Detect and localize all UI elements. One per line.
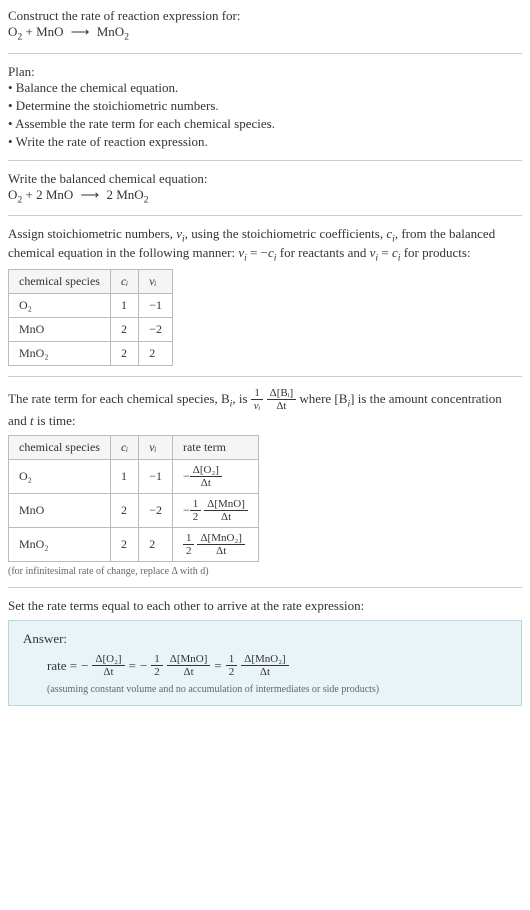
balanced-section: Write the balanced chemical equation: O2…: [8, 171, 522, 206]
assign-section: Assign stoichiometric numbers, νi, using…: [8, 226, 522, 366]
cell-species: MnO₂: [9, 342, 111, 366]
input-equation: O2 + MnO ⟶ MnO2: [8, 24, 522, 43]
cell-nu: −2: [139, 493, 173, 527]
table-header-row: chemical species cᵢ νᵢ: [9, 270, 173, 294]
table-row: MnO₂ 2 2 12 Δ[MnO₂]Δt: [9, 527, 259, 561]
col-nui: νᵢ: [139, 435, 173, 459]
table-row: MnO₂ 2 2: [9, 342, 173, 366]
cell-c: 1: [110, 459, 138, 493]
arrow-icon: ⟶: [71, 24, 90, 40]
cell-species: MnO: [9, 318, 111, 342]
plan-list: • Balance the chemical equation. • Deter…: [8, 80, 522, 150]
answer-box: Answer: rate = − Δ[O₂]Δt = − 12 Δ[MnO]Δt…: [8, 620, 522, 706]
col-species: chemical species: [9, 270, 111, 294]
header-section: Construct the rate of reaction expressio…: [8, 8, 522, 43]
equals-sign: =: [214, 658, 221, 674]
cell-species: O₂: [9, 459, 111, 493]
equals-sign: =: [129, 658, 136, 674]
cell-nu: −1: [139, 294, 173, 318]
plan-title: Plan:: [8, 64, 522, 80]
assign-text: Assign stoichiometric numbers, νi, using…: [8, 226, 495, 260]
divider: [8, 53, 522, 54]
bal-plus: + 2 MnO: [22, 187, 76, 202]
col-nui: νᵢ: [139, 270, 173, 294]
frac-half: 12: [226, 653, 238, 678]
answer-note: (assuming constant volume and no accumul…: [47, 684, 507, 695]
answer-expression: rate = − Δ[O₂]Δt = − 12 Δ[MnO]Δt = 12 Δ[…: [47, 653, 507, 678]
table-row: MnO 2 −2 −12 Δ[MnO]Δt: [9, 493, 259, 527]
frac-do2-dt: Δ[O₂]Δt: [92, 653, 124, 678]
col-ci: cᵢ: [110, 270, 138, 294]
cell-rate: 12 Δ[MnO₂]Δt: [172, 527, 258, 561]
plan-item: • Assemble the rate term for each chemic…: [8, 116, 522, 132]
cell-nu: 2: [139, 527, 173, 561]
answer-label: Answer:: [23, 631, 507, 647]
col-ci: cᵢ: [110, 435, 138, 459]
cell-c: 1: [110, 294, 138, 318]
divider: [8, 215, 522, 216]
cell-rate: −Δ[O₂]Δt: [172, 459, 258, 493]
frac-1-over-nu: 1νᵢ: [251, 387, 264, 412]
divider: [8, 376, 522, 377]
prompt-text: Construct the rate of reaction expressio…: [8, 8, 522, 24]
plan-item: • Write the rate of reaction expression.: [8, 134, 522, 150]
rhs-mno2: MnO2: [93, 24, 129, 39]
rateterm-text: The rate term for each chemical species,…: [8, 391, 502, 428]
rate-equals: rate =: [47, 658, 77, 674]
table-row: MnO 2 −2: [9, 318, 173, 342]
cell-species: MnO: [9, 493, 111, 527]
col-rate: rate term: [172, 435, 258, 459]
bal-o2: O2: [8, 187, 22, 202]
plan-item: • Determine the stoichiometric numbers.: [8, 98, 522, 114]
balanced-title: Write the balanced chemical equation:: [8, 171, 522, 187]
cell-nu: −1: [139, 459, 173, 493]
arrow-icon: ⟶: [81, 187, 100, 203]
bal-rhs: 2 MnO2: [103, 187, 148, 202]
plan-section: Plan: • Balance the chemical equation. •…: [8, 64, 522, 150]
frac-dmno-dt: Δ[MnO]Δt: [167, 653, 211, 678]
divider: [8, 587, 522, 588]
col-species: chemical species: [9, 435, 111, 459]
cell-species: O₂: [9, 294, 111, 318]
plus-mno: + MnO: [22, 24, 67, 39]
cell-c: 2: [110, 342, 138, 366]
frac-dmno2-dt: Δ[MnO₂]Δt: [241, 653, 288, 678]
divider: [8, 160, 522, 161]
cell-nu: −2: [139, 318, 173, 342]
frac-half: 12: [151, 653, 163, 678]
cell-c: 2: [110, 318, 138, 342]
neg-sign: −: [140, 658, 147, 674]
cell-c: 2: [110, 493, 138, 527]
cell-species: MnO₂: [9, 527, 111, 561]
table-footnote: (for infinitesimal rate of change, repla…: [8, 566, 522, 577]
final-title: Set the rate terms equal to each other t…: [8, 598, 522, 614]
rate-table: chemical species cᵢ νᵢ rate term O₂ 1 −1…: [8, 435, 259, 563]
lhs-o2: O2: [8, 24, 22, 39]
rateterm-section: The rate term for each chemical species,…: [8, 387, 522, 577]
cell-c: 2: [110, 527, 138, 561]
table-row: O₂ 1 −1 −Δ[O₂]Δt: [9, 459, 259, 493]
table-row: O₂ 1 −1: [9, 294, 173, 318]
balanced-equation: O2 + 2 MnO ⟶ 2 MnO2: [8, 187, 522, 206]
neg-sign: −: [81, 658, 88, 674]
stoich-table: chemical species cᵢ νᵢ O₂ 1 −1 MnO 2 −2 …: [8, 269, 173, 366]
cell-rate: −12 Δ[MnO]Δt: [172, 493, 258, 527]
frac-dBi-dt: Δ[Bᵢ]Δt: [267, 387, 297, 412]
table-header-row: chemical species cᵢ νᵢ rate term: [9, 435, 259, 459]
cell-nu: 2: [139, 342, 173, 366]
plan-item: • Balance the chemical equation.: [8, 80, 522, 96]
final-section: Set the rate terms equal to each other t…: [8, 598, 522, 706]
